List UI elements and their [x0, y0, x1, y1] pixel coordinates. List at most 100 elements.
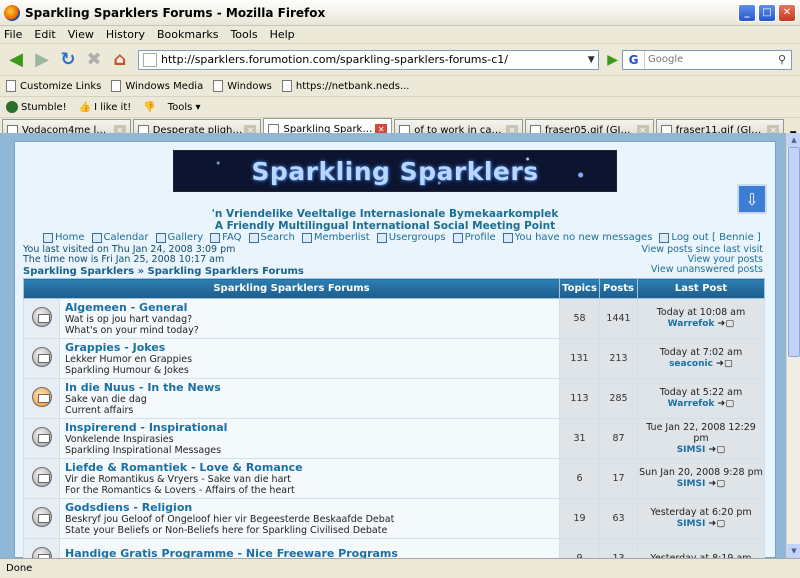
- menu-history[interactable]: History: [106, 28, 145, 41]
- stumble-tools-menu[interactable]: Tools ▾: [168, 102, 201, 113]
- nav-gallery[interactable]: Gallery: [155, 232, 203, 243]
- profile-icon: [452, 232, 463, 243]
- nav-home[interactable]: Home: [43, 232, 85, 243]
- breadcrumb-current[interactable]: Sparkling Sparklers Forums: [148, 266, 304, 277]
- search-box[interactable]: G ⚲: [622, 49, 792, 70]
- bookmark-netbank[interactable]: https://netbank.neds...: [281, 80, 409, 92]
- last-post-user-link[interactable]: SIMSI: [677, 519, 706, 529]
- table-row: Handige Gratis Programme - Nice Freeware…: [23, 538, 765, 559]
- folder-icon: [31, 307, 52, 327]
- topics-count: 9: [559, 538, 600, 558]
- stumble-button[interactable]: Stumble!: [6, 101, 67, 113]
- stop-icon[interactable]: ✖: [82, 48, 106, 72]
- scrollbar-thumb[interactable]: [788, 147, 800, 357]
- nav-calendar[interactable]: Calendar: [91, 232, 149, 243]
- bookmark-windows-media[interactable]: Windows Media: [111, 80, 203, 92]
- page-icon: [213, 80, 224, 92]
- go-to-post-icon[interactable]: ➜▢: [708, 518, 725, 529]
- reload-icon[interactable]: ↻: [56, 48, 80, 72]
- forum-name-link[interactable]: Liefde & Romantiek - Love & Romance: [65, 461, 559, 474]
- scroll-down-arrow-icon[interactable]: ▼: [787, 544, 800, 558]
- nav-messages[interactable]: You have no new messages: [502, 232, 652, 243]
- close-button[interactable]: ✕: [778, 3, 796, 22]
- home-icon[interactable]: ⌂: [108, 48, 132, 72]
- last-post-time: Tue Jan 22, 2008 12:29 pm: [646, 421, 756, 444]
- thumbs-down-icon: 👎: [143, 101, 156, 113]
- posts-count: 13: [599, 538, 638, 558]
- forum-info-cell: Algemeen - General Wat is op jou hart van…: [59, 298, 560, 339]
- bookmark-customize-links[interactable]: Customize Links: [6, 80, 101, 92]
- search-input[interactable]: [645, 54, 773, 65]
- dislike-button[interactable]: 👎: [143, 102, 155, 113]
- navigation-toolbar: ◀ ▶ ↻ ✖ ⌂ ▼ ▶ G ⚲: [0, 44, 800, 76]
- nav-faq[interactable]: FAQ: [210, 232, 242, 243]
- forum-status-cell: [23, 498, 60, 539]
- posts-count: 17: [599, 458, 638, 499]
- go-to-post-icon[interactable]: ➜▢: [708, 444, 725, 455]
- forward-arrow-icon[interactable]: ▶: [30, 48, 54, 72]
- forum-info-cell: Grappies - Jokes Lekker Humor en Grappies…: [59, 338, 560, 379]
- menu-edit[interactable]: Edit: [34, 28, 55, 41]
- forum-name-link[interactable]: Inspirerend - Inspirational: [65, 421, 559, 434]
- bookmark-windows[interactable]: Windows: [213, 80, 272, 92]
- url-dropdown-icon[interactable]: ▼: [584, 55, 598, 65]
- topics-count: 31: [559, 418, 600, 459]
- go-to-post-icon[interactable]: ➜▢: [716, 358, 733, 369]
- nav-memberlist[interactable]: Memberlist: [301, 232, 370, 243]
- last-post-user-link[interactable]: SIMSI: [677, 445, 706, 455]
- folder-icon: [31, 427, 52, 447]
- forum-description-1: Beskryf jou Geloof of Ongeloof hier vir …: [65, 514, 395, 525]
- scroll-up-arrow-icon[interactable]: ▲: [787, 133, 800, 147]
- posts-count: 213: [599, 338, 638, 379]
- last-post-cell: Today at 7:02 am seaconic ➜▢: [637, 338, 765, 379]
- address-bar[interactable]: ▼: [138, 49, 600, 70]
- nav-usergroups[interactable]: Usergroups: [376, 232, 446, 243]
- nav-search[interactable]: Search: [248, 232, 295, 243]
- search-icon[interactable]: ⚲: [773, 53, 791, 66]
- menu-view[interactable]: View: [68, 28, 94, 41]
- posts-count: 87: [599, 418, 638, 459]
- minimize-button[interactable]: _: [738, 3, 756, 22]
- url-input[interactable]: [161, 53, 585, 66]
- go-to-post-icon[interactable]: ➜▢: [717, 318, 734, 329]
- last-post-time: Today at 10:08 am: [656, 307, 746, 318]
- forum-description-2: What's on your mind today?: [65, 325, 199, 336]
- link-unanswered-posts[interactable]: View unanswered posts: [651, 264, 763, 275]
- forum-name-link[interactable]: Handige Gratis Programme - Nice Freeware…: [65, 547, 559, 559]
- nav-logout[interactable]: Log out [ Bennie ]: [659, 232, 761, 243]
- last-post-cell: Yesterday at 8:19 am: [637, 538, 765, 558]
- menu-tools[interactable]: Tools: [230, 28, 257, 41]
- forum-name-link[interactable]: Grappies - Jokes: [65, 341, 559, 354]
- google-engine-icon[interactable]: G: [623, 50, 645, 69]
- nav-profile[interactable]: Profile: [452, 232, 496, 243]
- like-button[interactable]: 👍 I like it!: [79, 102, 132, 113]
- last-post-user-link[interactable]: Warrefok: [668, 319, 715, 329]
- menu-bookmarks[interactable]: Bookmarks: [157, 28, 218, 41]
- last-post-user-link[interactable]: Warrefok: [668, 399, 715, 409]
- folder-icon: [31, 467, 52, 487]
- forum-description-2: State your Beliefs or Non-Beliefs here f…: [65, 525, 388, 536]
- forum-description-2: Current affairs: [65, 405, 134, 416]
- go-arrow-icon[interactable]: ▶: [607, 52, 618, 68]
- forum-name-link[interactable]: In die Nuus - In the News: [65, 381, 559, 394]
- menu-help[interactable]: Help: [270, 28, 295, 41]
- faq-icon: [210, 232, 221, 243]
- last-post-cell: Tue Jan 22, 2008 12:29 pm SIMSI ➜▢: [637, 418, 765, 459]
- go-to-post-icon[interactable]: ➜▢: [717, 398, 734, 409]
- table-row: In die Nuus - In the News Sake van die da…: [23, 378, 765, 419]
- vertical-scrollbar[interactable]: ▲ ▼: [786, 133, 800, 558]
- menu-bar: File Edit View History Bookmarks Tools H…: [0, 26, 800, 44]
- forum-description-1: Wat is op jou hart vandag?: [65, 314, 193, 325]
- last-post-user-link[interactable]: seaconic: [669, 359, 713, 369]
- last-post-user-link[interactable]: SIMSI: [677, 479, 706, 489]
- forum-status-cell: [23, 418, 60, 459]
- go-to-post-icon[interactable]: ➜▢: [708, 478, 725, 489]
- maximize-button[interactable]: □: [758, 3, 776, 22]
- breadcrumb-root[interactable]: Sparkling Sparklers: [23, 266, 134, 277]
- site-banner[interactable]: Sparkling Sparklers: [173, 150, 617, 192]
- back-arrow-icon[interactable]: ◀: [4, 48, 28, 72]
- last-post-cell: Today at 5:22 am Warrefok ➜▢: [637, 378, 765, 419]
- menu-file[interactable]: File: [4, 28, 22, 41]
- forum-name-link[interactable]: Godsdiens - Religion: [65, 501, 559, 514]
- forum-name-link[interactable]: Algemeen - General: [65, 301, 559, 314]
